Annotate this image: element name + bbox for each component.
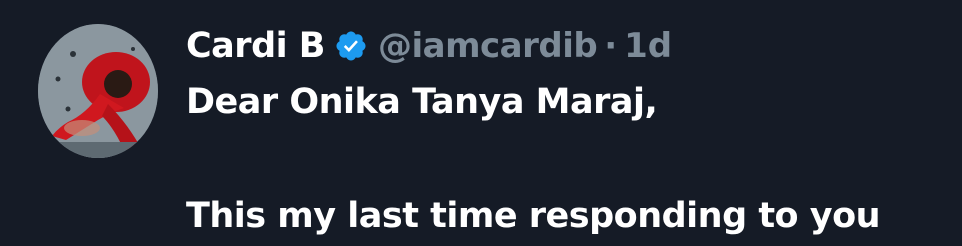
timestamp[interactable]: 1d	[624, 26, 672, 66]
verified-badge-icon	[334, 29, 368, 63]
header-separator: ·	[604, 26, 618, 66]
tweet-text-line: This my last time responding to you	[186, 196, 881, 236]
avatar[interactable]	[38, 24, 158, 158]
tweet-text-line: Dear Onika Tanya Maraj,	[186, 82, 658, 122]
display-name[interactable]: Cardi B	[186, 26, 325, 66]
profile-photo-icon	[38, 24, 158, 158]
tweet-header: Cardi B @iamcardib · 1d	[186, 20, 672, 72]
tweet[interactable]: Cardi B @iamcardib · 1d Dear Onika Tanya…	[0, 0, 962, 246]
author-handle[interactable]: @iamcardib	[378, 26, 598, 66]
